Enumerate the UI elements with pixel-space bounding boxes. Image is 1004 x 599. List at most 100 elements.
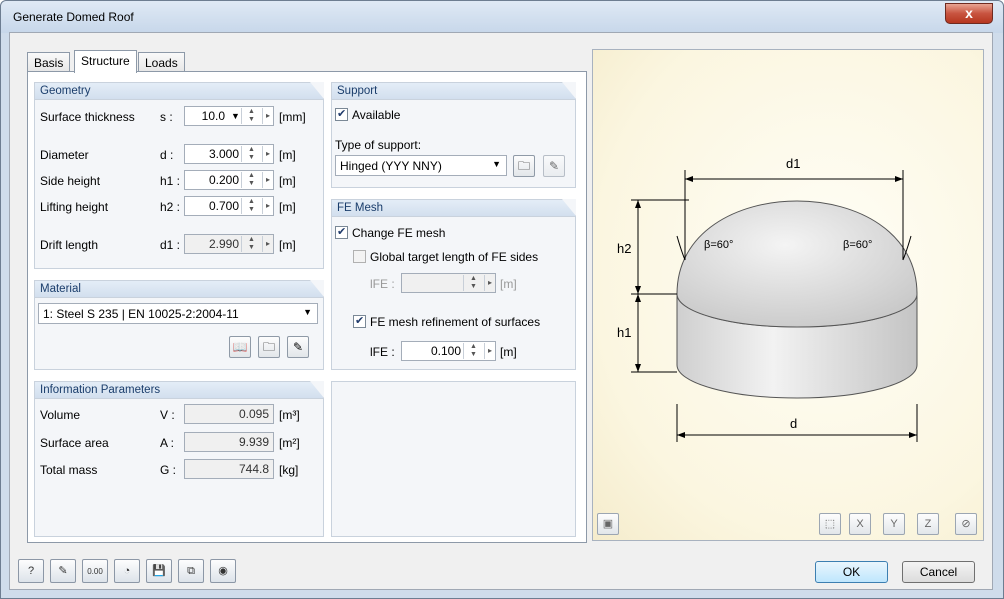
material-select[interactable]: 1: Steel S 235 | EN 10025-2:2004-11 ▼ — [38, 303, 318, 324]
spin-arrows-icon[interactable]: ▲ ▼ — [241, 146, 261, 162]
view-button[interactable]: ◉ — [210, 559, 236, 583]
spin-right-icon[interactable]: ▸ — [262, 172, 273, 188]
copy-button[interactable]: ⧉ — [178, 559, 204, 583]
new-folder-icon: 🗀 — [262, 340, 275, 354]
view-iso-button[interactable]: ⬚ — [819, 513, 841, 535]
type-of-support-value: Hinged (YYY NNY) — [340, 159, 442, 173]
edit-support-button[interactable]: ✎ — [543, 155, 565, 177]
edit-icon: ✎ — [58, 565, 68, 577]
material-selected-value: 1: Steel S 235 | EN 10025-2:2004-11 — [43, 307, 239, 321]
lifting-height-label: Lifting height — [40, 200, 109, 214]
spin-arrows-icon: ▲ ▼ — [241, 236, 261, 252]
information-parameters-header: Information Parameters — [35, 381, 324, 399]
volume-field: 0.095 — [184, 404, 274, 424]
diameter-symbol: d : — [160, 148, 174, 162]
surface-thickness-input[interactable]: 10.0 ▼ ▲ ▼ ▸ — [184, 106, 274, 126]
tab-loads[interactable]: Loads — [138, 52, 185, 72]
lifting-height-value: 0.700 — [208, 199, 239, 213]
material-header: Material — [35, 280, 324, 298]
dome-shape — [676, 200, 918, 328]
refine-lfe-symbol: lFE : — [370, 345, 395, 359]
view-x-button[interactable]: X — [849, 513, 871, 535]
spin-arrows-icon[interactable]: ▲ ▼ — [241, 172, 261, 188]
ok-button[interactable]: OK — [815, 561, 888, 583]
preview-settings-button[interactable]: ▣ — [597, 513, 619, 535]
spin-right-icon[interactable]: ▸ — [262, 108, 273, 124]
fe-mesh-refinement-checkbox[interactable] — [353, 314, 366, 328]
chevron-down-icon: ▼ — [303, 307, 312, 317]
copy-icon: ⧉ — [187, 565, 195, 577]
volume-label: Volume — [40, 408, 81, 422]
spin-right-icon[interactable]: ▸ — [262, 146, 273, 162]
spin-right-icon[interactable]: ▸ — [262, 198, 273, 214]
save-icon: 💾 — [152, 565, 166, 577]
spin-right-icon[interactable]: ▸ — [484, 343, 495, 359]
surface-area-label: Surface area — [40, 436, 109, 450]
drift-length-label: Drift length — [40, 238, 99, 252]
window-title: Generate Domed Roof — [13, 10, 134, 24]
available-checkbox[interactable] — [335, 107, 348, 121]
tab-basis[interactable]: Basis — [27, 52, 71, 72]
open-button[interactable]: ◔ — [114, 559, 140, 583]
change-fe-mesh-label: Change FE mesh — [352, 226, 446, 240]
render-settings-icon: ▣ — [602, 518, 614, 530]
title-bar: Generate Domed Roof x — [1, 1, 1003, 33]
total-mass-symbol: G : — [160, 463, 177, 477]
eye-icon: ◉ — [218, 565, 228, 577]
side-height-input[interactable]: 0.200 ▲ ▼ ▸ — [184, 170, 274, 190]
new-material-button[interactable]: 🗀 — [258, 336, 280, 358]
total-mass-field: 744.8 — [184, 459, 274, 479]
units-button[interactable]: 0.00 — [82, 559, 108, 583]
save-button[interactable]: 💾 — [146, 559, 172, 583]
new-support-button[interactable]: 🗀 — [513, 155, 535, 177]
view-y-icon: Y — [890, 518, 898, 530]
type-of-support-select[interactable]: Hinged (YYY NNY) ▼ — [335, 155, 507, 176]
d-label: d — [790, 416, 797, 431]
spin-arrows-icon[interactable]: ▲ ▼ — [463, 343, 483, 359]
new-folder-icon: 🗀 — [517, 159, 530, 173]
h2-label: h2 — [617, 241, 631, 256]
view-x-icon: X — [856, 518, 864, 530]
empty-group — [331, 381, 576, 537]
help-icon: ? — [27, 565, 35, 577]
surface-area-symbol: A : — [160, 436, 175, 450]
view-z-icon: Z — [924, 518, 932, 530]
side-height-value: 0.200 — [208, 173, 239, 187]
dome-drawing: d1 d h2 h1 β=60° β=60° — [617, 156, 918, 442]
view-y-button[interactable]: Y — [883, 513, 905, 535]
total-mass-label: Total mass — [40, 463, 98, 477]
spin-arrows-icon[interactable]: ▲ ▼ — [241, 108, 261, 124]
surface-thickness-symbol: s : — [160, 110, 173, 124]
change-fe-mesh-checkbox[interactable] — [335, 225, 348, 239]
information-parameters-group: Information Parameters — [34, 381, 324, 537]
cancel-button[interactable]: Cancel — [902, 561, 975, 583]
refine-lfe-input[interactable]: 0.100 ▲ ▼ ▸ — [401, 341, 496, 361]
fe-mesh-header: FE Mesh — [332, 199, 576, 217]
spin-arrows-icon[interactable]: ▲ ▼ — [241, 198, 261, 214]
view-z-button[interactable]: Z — [917, 513, 939, 535]
lifting-height-unit: [m] — [279, 200, 296, 214]
drift-length-unit: [m] — [279, 238, 296, 252]
surface-thickness-value: 10.0 — [201, 109, 225, 123]
reset-view-button[interactable]: ⊘ — [955, 513, 977, 535]
close-button[interactable]: x — [945, 3, 993, 24]
material-library-button[interactable]: 📖 — [229, 336, 251, 358]
side-height-label: Side height — [40, 174, 101, 188]
diameter-input[interactable]: 3.000 ▲ ▼ ▸ — [184, 144, 274, 164]
lifting-height-symbol: h2 : — [160, 200, 181, 214]
edit-material-button[interactable]: ✎ — [287, 336, 309, 358]
total-mass-unit: [kg] — [279, 463, 299, 477]
diameter-value: 3.000 — [208, 147, 239, 161]
units-icon: 0.00 — [87, 567, 103, 576]
lifting-height-input[interactable]: 0.700 ▲ ▼ ▸ — [184, 196, 274, 216]
total-mass-value: 744.8 — [238, 462, 269, 476]
edit-icon: ✎ — [292, 340, 304, 354]
diameter-unit: [m] — [279, 148, 296, 162]
chevron-down-icon[interactable]: ▼ — [231, 111, 240, 121]
global-target-length-checkbox[interactable] — [353, 250, 366, 263]
global-lfe-symbol: lFE : — [370, 277, 395, 291]
help-button[interactable]: ? — [18, 559, 44, 583]
edit-button[interactable]: ✎ — [50, 559, 76, 583]
tab-structure[interactable]: Structure — [74, 50, 137, 73]
open-icon: ◔ — [123, 565, 131, 577]
